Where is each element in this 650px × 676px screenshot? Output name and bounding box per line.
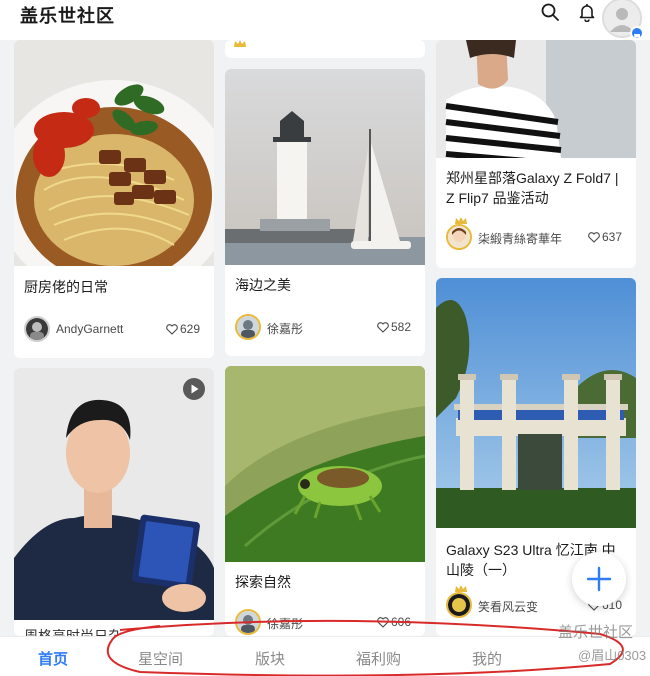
- post-image: [225, 366, 425, 562]
- post-card[interactable]: 周格亮时尚日杂: [14, 368, 214, 636]
- post-card[interactable]: [225, 40, 425, 58]
- like-count-value: 606: [390, 615, 411, 629]
- post-image: [436, 278, 636, 528]
- heart-icon: [166, 324, 178, 335]
- author-name[interactable]: 徐嘉彤: [267, 320, 303, 337]
- nav-item-welfare[interactable]: 福利购: [356, 648, 401, 669]
- heart-icon: [588, 232, 600, 243]
- video-play-button[interactable]: [183, 378, 205, 400]
- post-title[interactable]: 周格亮时尚日杂: [24, 626, 204, 636]
- create-post-button[interactable]: [572, 552, 626, 606]
- crown-icon: [234, 40, 246, 47]
- app-header: 盖乐世社区: [0, 0, 650, 40]
- author-avatar[interactable]: [446, 224, 472, 250]
- post-title[interactable]: 探索自然: [235, 572, 415, 592]
- play-icon: [191, 384, 199, 394]
- post-image: [225, 69, 425, 265]
- nav-item-home[interactable]: 首页: [38, 648, 68, 669]
- post-card[interactable]: 郑州星部落Galaxy Z Fold7 | Z Flip7 品鉴活动 柒緞青絲寄…: [436, 40, 636, 268]
- post-card[interactable]: 探索自然 徐嘉彤 606: [225, 366, 425, 636]
- like-count[interactable]: 629: [166, 322, 200, 336]
- bell-icon[interactable]: [577, 2, 597, 22]
- author-avatar[interactable]: [446, 592, 472, 618]
- like-count-value: 629: [179, 322, 200, 336]
- author-name[interactable]: AndyGarnett: [56, 322, 123, 336]
- search-icon[interactable]: [540, 2, 560, 22]
- like-count-value: 582: [390, 320, 411, 334]
- post-author[interactable]: 柒緞青絲寄華年 637: [446, 217, 626, 254]
- author-name[interactable]: 笑看风云变: [478, 598, 538, 615]
- post-author[interactable]: AndyGarnett 629: [24, 316, 204, 346]
- heart-icon: [377, 322, 389, 333]
- post-title[interactable]: 海边之美: [235, 275, 415, 295]
- message-badge[interactable]: [630, 26, 644, 40]
- post-author[interactable]: 徐嘉彤 582: [235, 314, 415, 344]
- post-image: [436, 40, 636, 158]
- nav-item-me[interactable]: 我的: [472, 648, 502, 669]
- author-avatar[interactable]: [235, 314, 261, 340]
- like-count[interactable]: 582: [377, 320, 411, 334]
- nav-item-star-space[interactable]: 星空间: [138, 648, 183, 669]
- post-author[interactable]: 徐嘉彤 606: [235, 609, 415, 636]
- like-count[interactable]: 606: [377, 615, 411, 629]
- post-title[interactable]: 厨房佬的日常: [24, 277, 204, 297]
- watermark-title: 盖乐世社区: [558, 624, 634, 641]
- post-title[interactable]: 郑州星部落Galaxy Z Fold7 | Z Flip7 品鉴活动: [446, 168, 626, 208]
- like-count[interactable]: 637: [588, 230, 622, 244]
- post-image: [14, 40, 214, 266]
- post-card[interactable]: 海边之美 徐嘉彤 582: [225, 69, 425, 356]
- heart-icon: [377, 617, 389, 628]
- author-avatar[interactable]: [235, 609, 261, 635]
- author-name[interactable]: 徐嘉彤: [267, 615, 303, 632]
- plus-icon: [586, 566, 612, 592]
- like-count-value: 637: [601, 230, 622, 244]
- watermark-user: @眉山0303: [578, 648, 647, 663]
- author-avatar[interactable]: [24, 316, 50, 342]
- author-name[interactable]: 柒緞青絲寄華年: [478, 230, 562, 247]
- post-card[interactable]: 厨房佬的日常 AndyGarnett 629: [14, 40, 214, 358]
- nav-item-sections[interactable]: 版块: [255, 648, 285, 669]
- chat-icon: [634, 34, 640, 39]
- app-title: 盖乐世社区: [20, 6, 115, 26]
- post-image: [14, 368, 214, 620]
- bottom-nav: 首页 星空间 版块 福利购 我的: [0, 636, 650, 676]
- post-feed[interactable]: 厨房佬的日常 AndyGarnett 629 周格亮时尚日杂 海边之美 徐嘉彤 …: [0, 0, 650, 636]
